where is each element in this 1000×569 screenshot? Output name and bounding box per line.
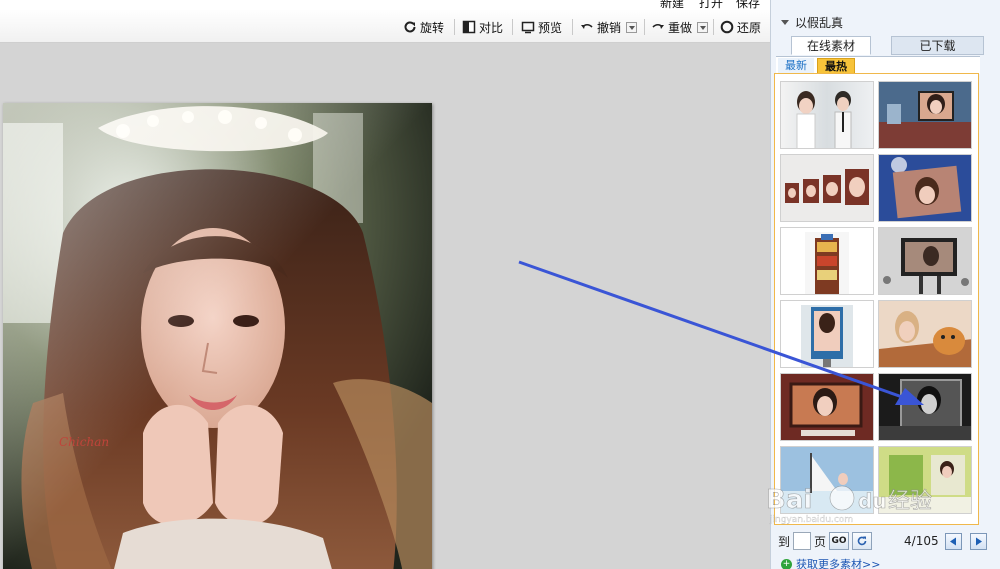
- toolbar-divider: [454, 19, 455, 35]
- collapse-triangle-icon[interactable]: [781, 20, 789, 25]
- material-thumbnail[interactable]: [878, 227, 972, 295]
- material-thumbnail[interactable]: [878, 446, 972, 514]
- arrow-left-icon: [949, 537, 956, 545]
- material-thumbnail[interactable]: [878, 300, 972, 368]
- toolbar-divider: [512, 19, 513, 35]
- go-button[interactable]: GO: [829, 532, 850, 550]
- toolbar-divider: [572, 19, 573, 35]
- undo-icon: [581, 23, 593, 29]
- material-thumbnail[interactable]: [878, 81, 972, 149]
- toolbar-divider: [644, 19, 645, 35]
- undo-button[interactable]: 撤销: [580, 18, 638, 36]
- material-thumbnail[interactable]: [878, 154, 972, 222]
- material-thumbnail[interactable]: [780, 373, 874, 441]
- redo-icon: [652, 23, 664, 29]
- undo-dropdown-icon[interactable]: [626, 21, 638, 33]
- toolbar-divider: [713, 19, 714, 35]
- page-number-input[interactable]: [793, 532, 812, 550]
- panel-header[interactable]: 以假乱真: [781, 14, 843, 31]
- thumbnail-image: [879, 228, 971, 294]
- preview-label: 预览: [538, 20, 563, 35]
- thumbnail-image: [781, 155, 873, 221]
- refresh-button[interactable]: [852, 532, 873, 550]
- app-window: 新建 打开 保存 抠图 批量 涂鸦 裁剪 尺寸 打印 旋转 对比 预览 撤销: [0, 0, 1000, 569]
- panel-title: 以假乱真: [795, 16, 844, 30]
- page-indicator: 4/105: [904, 534, 939, 548]
- preview-button[interactable]: 预览: [521, 18, 562, 36]
- material-thumbnail-grid: [774, 73, 979, 525]
- pagination: 到 页 GO 4/105: [778, 530, 988, 552]
- material-tabs: 在线素材 已下载: [791, 36, 991, 55]
- restore-label: 还原: [737, 20, 762, 35]
- rotate-label: 旋转: [420, 20, 445, 35]
- green-plus-icon: +: [781, 558, 792, 569]
- menu-save[interactable]: 保存: [736, 0, 760, 9]
- thumbnail-image: [801, 305, 853, 367]
- thumbnail-image: [781, 374, 873, 440]
- sort-tabs: 最新 最热: [776, 56, 980, 74]
- rotate-icon: [404, 21, 416, 33]
- redo-label: 重做: [668, 20, 693, 35]
- page-label: 页: [814, 534, 827, 549]
- material-thumbnail[interactable]: [780, 446, 874, 514]
- arrow-right-icon: [975, 537, 982, 545]
- thumbnail-image: [879, 82, 971, 148]
- thumbnail-image: [879, 374, 971, 440]
- thumbnail-image: [879, 447, 971, 513]
- rotate-button[interactable]: 旋转: [403, 18, 444, 36]
- editing-canvas[interactable]: Chichan: [0, 43, 770, 569]
- thumbnail-image: [805, 232, 849, 294]
- prev-page-button[interactable]: [944, 532, 962, 550]
- get-more-label: 获取更多素材>>: [796, 558, 881, 569]
- compare-label: 对比: [479, 20, 504, 35]
- next-page-button[interactable]: [969, 532, 987, 550]
- thumbnail-image: [781, 447, 873, 513]
- menu-new[interactable]: 新建: [660, 0, 684, 9]
- thumbnail-image: [879, 155, 971, 221]
- sort-hottest[interactable]: 最热: [817, 58, 855, 74]
- refresh-icon: [857, 536, 867, 546]
- goto-label: 到: [778, 534, 791, 549]
- preview-icon: [521, 21, 535, 34]
- undo-label: 撤销: [597, 20, 622, 35]
- editor-toolbar: 旋转 对比 预览 撤销 重做 还原: [0, 9, 770, 43]
- material-thumbnail[interactable]: [780, 154, 874, 222]
- tab-downloaded[interactable]: 已下载: [891, 36, 984, 55]
- thumbnail-image: [796, 91, 852, 148]
- material-thumbnail[interactable]: [780, 300, 874, 368]
- menu-open[interactable]: 打开: [699, 0, 723, 9]
- edited-photo[interactable]: Chichan: [3, 103, 432, 569]
- material-panel: 以假乱真 在线素材 已下载 最新 最热 到 页 GO 4/105 + 获取更多素…: [770, 0, 1000, 569]
- redo-dropdown-icon[interactable]: [697, 21, 709, 33]
- portrait-image: [3, 103, 432, 569]
- material-thumbnail[interactable]: [878, 373, 972, 441]
- redo-button[interactable]: 重做: [651, 18, 709, 36]
- sort-newest[interactable]: 最新: [778, 58, 814, 74]
- photo-signature: Chichan: [59, 435, 110, 449]
- compare-icon: [462, 20, 476, 34]
- get-more-materials-link[interactable]: + 获取更多素材>>: [781, 556, 880, 569]
- restore-button[interactable]: 还原: [720, 18, 761, 36]
- tab-online-material[interactable]: 在线素材: [791, 36, 871, 55]
- compare-button[interactable]: 对比: [462, 18, 503, 36]
- thumbnail-image: [879, 301, 971, 367]
- restore-icon: [720, 20, 734, 34]
- material-thumbnail[interactable]: [780, 81, 874, 149]
- material-thumbnail[interactable]: [780, 227, 874, 295]
